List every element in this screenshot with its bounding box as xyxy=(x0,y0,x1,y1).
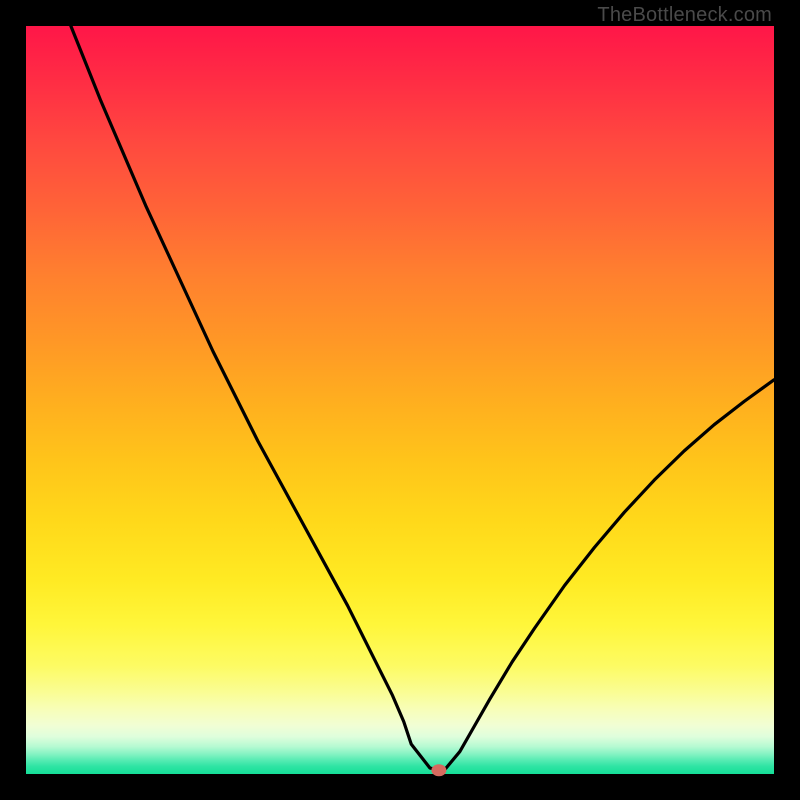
chart-frame: TheBottleneck.com xyxy=(0,0,800,800)
attribution-text: TheBottleneck.com xyxy=(597,4,772,27)
plot-area xyxy=(26,26,774,774)
marker-dot xyxy=(431,764,446,776)
curve-line xyxy=(71,26,774,770)
chart-svg xyxy=(26,26,774,774)
